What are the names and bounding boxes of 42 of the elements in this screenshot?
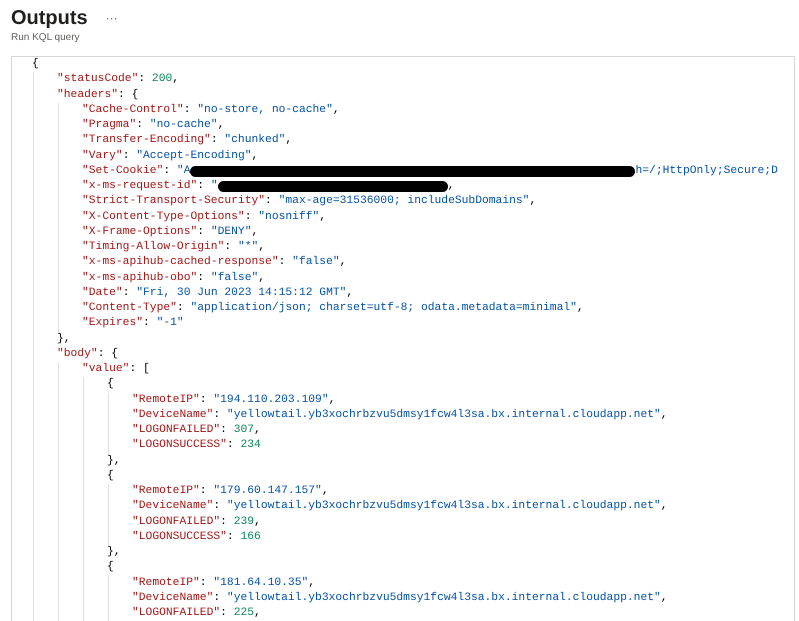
code-line: "x-ms-apihub-cached-response": "false", bbox=[82, 255, 346, 270]
code-line: { bbox=[32, 57, 39, 72]
code-line: "Timing-Allow-Origin": "*", bbox=[82, 240, 266, 255]
code-line: "LOGONFAILED": 307, bbox=[132, 423, 261, 438]
code-line: "RemoteIP": "194.110.203.109", bbox=[132, 392, 336, 408]
code-text: "x-ms-request-id": " bbox=[82, 179, 218, 194]
code-line: "Expires": "-1" bbox=[82, 316, 184, 332]
code-line: "LOGONSUCCESS": 234 bbox=[132, 438, 261, 454]
code-line: "DeviceName": "yellowtail.yb3xochrbzvu5dmsy1fcw4l3sa.bx.internal.cloudapp.net", bbox=[132, 590, 668, 606]
code-line: "x-ms-apihub-obo": "false", bbox=[82, 270, 266, 286]
code-line: { bbox=[107, 560, 114, 576]
code-line: "Content-Type": "application/json; charset=utf-8; odata.metadata=minimal", bbox=[82, 301, 584, 316]
code-line: }, bbox=[107, 454, 121, 468]
code-line: "Pragma": "no-cache", bbox=[82, 118, 224, 133]
code-line: "headers": { bbox=[57, 88, 138, 102]
code-line: "Vary": "Accept-Encoding", bbox=[82, 148, 258, 164]
code-line: "X-Content-Type-Options": "nosniff", bbox=[82, 210, 326, 224]
code-line: }, bbox=[57, 332, 71, 346]
code-line: "Cache-Control": "no-store, no-cache", bbox=[82, 102, 340, 118]
code-line: "LOGONFAILED": 239, bbox=[132, 514, 261, 530]
code-text: "Set-Cookie": "A bbox=[82, 164, 190, 179]
code-line: "RemoteIP": "181.64.10.35", bbox=[132, 576, 316, 590]
code-line: { bbox=[107, 377, 114, 392]
code-line: "Transfer-Encoding": "chunked", bbox=[82, 133, 292, 148]
code-line: "body": { bbox=[57, 346, 118, 362]
code-line: "DeviceName": "yellowtail.yb3xochrbzvu5dmsy1fcw4l3sa.bx.internal.cloudapp.net", bbox=[132, 408, 668, 423]
code-line: "Strict-Transport-Security": "max-age=31536000; includeSubDomains", bbox=[82, 194, 536, 210]
code-line: }, bbox=[107, 545, 121, 560]
code-text: h=/;HttpOnly;Secure;D bbox=[635, 164, 778, 179]
code-line: "RemoteIP": "179.60.147.157", bbox=[132, 484, 329, 499]
code-line: "Date": "Fri, 30 Jun 2023 14:15:12 GMT", bbox=[82, 286, 354, 301]
code-line: "statusCode": 200, bbox=[57, 72, 180, 88]
code-line: "LOGONSUCCESS": 166 bbox=[132, 530, 261, 545]
code-text: , bbox=[448, 179, 454, 194]
code-line: "DeviceName": "yellowtail.yb3xochrbzvu5dmsy1fcw4l3sa.bx.internal.cloudapp.net", bbox=[132, 499, 668, 514]
subtitle: Run KQL query bbox=[11, 32, 81, 43]
code-line: { bbox=[107, 468, 114, 484]
code-line: "value": [ bbox=[82, 362, 150, 377]
code-line: "X-Frame-Options": "DENY", bbox=[82, 224, 258, 240]
code-line: "LOGONFAILED": 225, bbox=[132, 606, 261, 621]
more-options-button[interactable]: ··· bbox=[106, 12, 118, 24]
page-title: Outputs bbox=[11, 6, 88, 30]
